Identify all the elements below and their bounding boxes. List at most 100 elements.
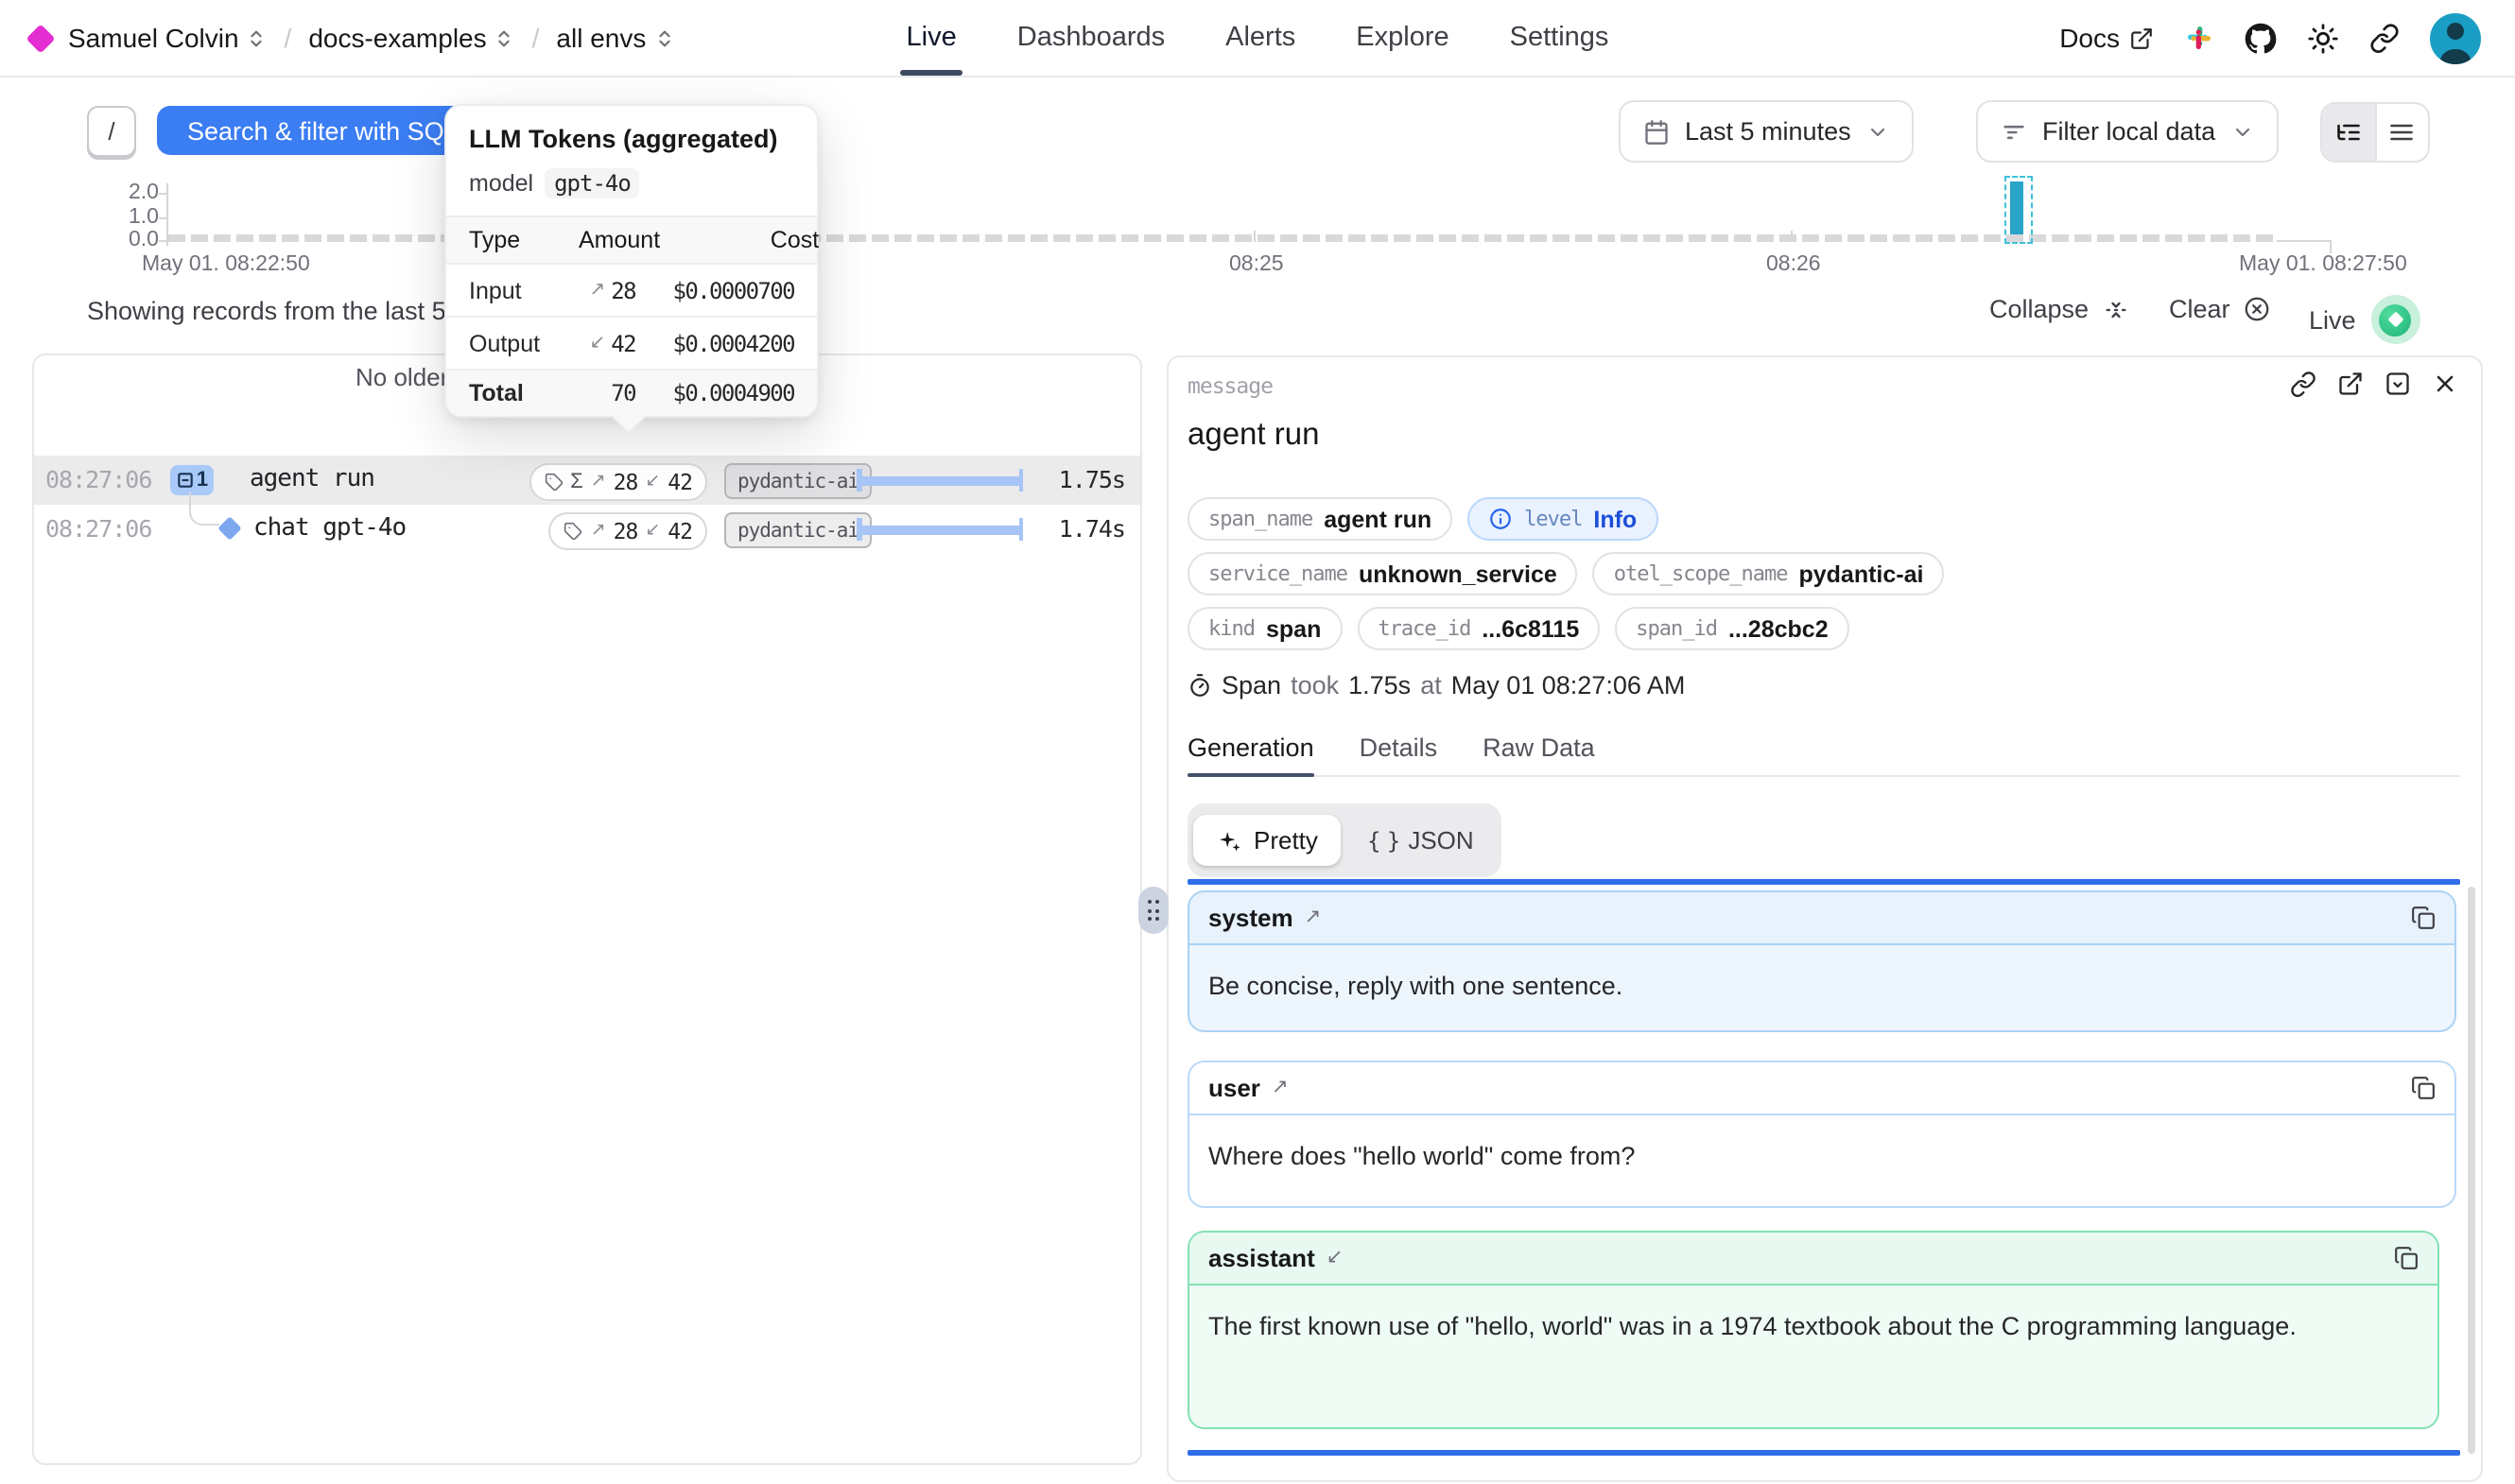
nav-explore[interactable]: Explore (1356, 0, 1448, 76)
tag-icon (564, 521, 583, 540)
logfire-live-page: Samuel Colvin / docs-examples / all envs… (0, 0, 2515, 1484)
panel-resize-handle[interactable] (1138, 887, 1169, 934)
message-text: The first known use of "hello, world" wa… (1189, 1286, 2437, 1368)
docs-link[interactable]: Docs (2059, 23, 2154, 53)
message-header: system ↗ (1189, 892, 2454, 945)
duration-bar (857, 518, 1023, 541)
json-label: JSON (1408, 826, 1473, 854)
tooltip-row-output: Output ↙42 $0.0004200 (446, 318, 817, 371)
share-link-icon[interactable] (2369, 23, 2400, 53)
child-count: 1 (197, 469, 208, 492)
trace-row-chat-gpt4o[interactable]: 08:27:06 chat gpt-4o ↗28 ↙42 pydantic-ai… (34, 505, 1140, 554)
attribute-pills-row: service_name unknown_service otel_scope_… (1188, 552, 1944, 595)
row-cost: $0.0000700 (635, 277, 794, 303)
kind-pill[interactable]: kind span (1188, 607, 1342, 650)
row-timestamp: 08:27:06 (45, 465, 151, 493)
input-tokens-icon: ↗ (591, 471, 606, 492)
pill-key: otel_scope_name (1614, 561, 1788, 586)
tab-generation[interactable]: Generation (1188, 720, 1314, 775)
chart-bar[interactable] (2010, 181, 2023, 234)
dock-panel-icon[interactable] (2385, 371, 2411, 397)
info-icon (1488, 507, 1513, 531)
row-type: Output (469, 330, 579, 356)
pretty-toggle-button[interactable]: Pretty (1193, 815, 1341, 866)
input-direction-icon: ↗ (1272, 1075, 1289, 1097)
duration-bar (857, 469, 1023, 492)
detail-tabs: Generation Details Raw Data (1188, 720, 2460, 777)
slack-icon[interactable] (2184, 23, 2214, 53)
tooltip-table-header: Type Amount Cost (446, 216, 817, 265)
nav-alerts[interactable]: Alerts (1225, 0, 1295, 76)
col-type: Type (469, 227, 579, 253)
collapse-button[interactable]: Collapse (1989, 295, 2128, 323)
span-id-pill[interactable]: span_id ...28cbc2 (1615, 607, 1848, 650)
x-tick: 08:26 (1766, 253, 1821, 276)
llm-tokens-tooltip: LLM Tokens (aggregated) model gpt-4o Typ… (444, 104, 819, 418)
pill-value: Info (1593, 506, 1637, 532)
user-avatar[interactable] (2430, 12, 2481, 63)
copy-button[interactable] (2411, 1076, 2436, 1100)
span-diamond-icon (217, 516, 241, 540)
github-icon[interactable] (2245, 22, 2277, 54)
pill-value: span (1266, 615, 1321, 642)
search-filter-button[interactable]: Search & filter with SQL (157, 106, 489, 155)
model-value: gpt-4o (545, 168, 640, 198)
x-circle-icon (2244, 295, 2272, 323)
message-role: system (1208, 904, 1293, 932)
json-toggle-button[interactable]: { } JSON (1344, 815, 1497, 866)
live-toggle[interactable] (2371, 295, 2420, 344)
copy-button[interactable] (2394, 1246, 2419, 1270)
tab-raw-data[interactable]: Raw Data (1483, 720, 1595, 775)
flat-list-view-button[interactable] (2374, 104, 2428, 161)
span-name-pill[interactable]: span_name agent run (1188, 497, 1452, 541)
clear-button[interactable]: Clear (2169, 295, 2272, 323)
message-header: assistant ↙ (1189, 1233, 2437, 1286)
live-label: Live (2309, 305, 2356, 334)
record-kind-label: message (1188, 372, 1273, 399)
open-external-icon[interactable] (2337, 371, 2364, 397)
clear-label: Clear (2169, 295, 2230, 323)
otel-scope-pill[interactable]: otel_scope_name pydantic-ai (1593, 552, 1945, 595)
theme-sun-icon[interactable] (2307, 22, 2339, 54)
view-mode-toggle (2320, 102, 2430, 163)
close-icon[interactable] (2432, 371, 2458, 397)
pill-value: ...6c8115 (1482, 615, 1579, 642)
copy-button[interactable] (2411, 906, 2436, 930)
copy-link-icon[interactable] (2290, 371, 2316, 397)
scrollbar-thumb[interactable] (2468, 887, 2475, 1454)
x-tick: 08:25 (1229, 253, 1284, 276)
pretty-label: Pretty (1254, 826, 1318, 854)
row-type: Total (469, 380, 579, 406)
nav-dashboards[interactable]: Dashboards (1017, 0, 1165, 76)
render-mode-toggle: Pretty { } JSON (1188, 803, 1502, 877)
pill-key: kind (1208, 616, 1255, 641)
message-system: system ↗ Be concise, reply with one sent… (1188, 890, 2456, 1032)
nav-settings[interactable]: Settings (1510, 0, 1609, 76)
service-name-pill[interactable]: service_name unknown_service (1188, 552, 1578, 595)
tooltip-title: LLM Tokens (aggregated) (469, 125, 794, 153)
message-role: user (1208, 1074, 1260, 1102)
tree-view-button[interactable] (2322, 104, 2374, 161)
y-tick: 0.0 (110, 229, 159, 251)
copy-icon (2411, 1076, 2436, 1100)
token-usage-pill[interactable]: ↗28 ↙42 (549, 511, 707, 549)
nav-live[interactable]: Live (907, 0, 957, 76)
filter-local-data-select[interactable]: Filter local data (1976, 100, 2278, 163)
took-word: took (1291, 671, 1339, 699)
token-usage-pill[interactable]: Σ ↗28 ↙42 (529, 462, 707, 500)
x-axis-end-tick (2330, 240, 2332, 253)
span-timestamp: May 01 08:27:06 AM (1451, 671, 1686, 699)
copy-icon (2411, 906, 2436, 930)
pill-value: agent run (1324, 506, 1431, 532)
time-range-select[interactable]: Last 5 minutes (1619, 100, 1914, 163)
span-name: agent run (250, 464, 374, 492)
scope-tag[interactable]: pydantic-ai (724, 512, 872, 548)
slash-shortcut-key[interactable]: / (87, 106, 136, 157)
output-tokens-icon: ↙ (645, 520, 660, 541)
message-role: assistant (1208, 1244, 1315, 1272)
level-pill[interactable]: level Info (1467, 497, 1657, 541)
span-detail-panel: message agent run span_name agent run le… (1167, 355, 2483, 1482)
tab-details[interactable]: Details (1360, 720, 1438, 775)
scope-tag[interactable]: pydantic-ai (724, 463, 872, 499)
trace-id-pill[interactable]: trace_id ...6c8115 (1357, 607, 1600, 650)
